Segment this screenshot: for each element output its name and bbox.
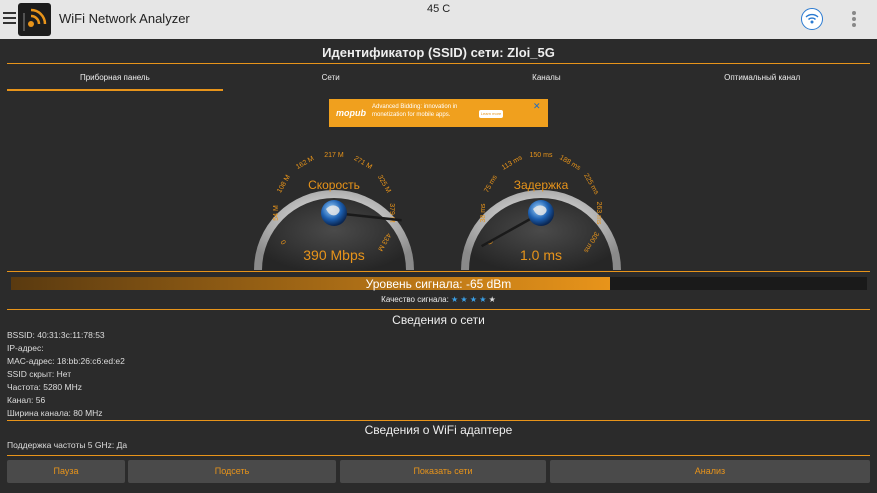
app-logo-icon <box>18 3 51 36</box>
gauge-tick-label: 54 M <box>273 205 280 221</box>
divider <box>7 420 870 421</box>
gauge-tick-label: 325 M <box>376 174 392 194</box>
gauge-tick-label: 150 ms <box>530 152 553 159</box>
wifi-toggle-button[interactable] <box>801 8 823 30</box>
tab-optimal-channel[interactable]: Оптимальный канал <box>654 66 870 91</box>
signal-quality-stars: ★ ★ ★ ★ ★ <box>451 295 496 304</box>
gauge-tick-label: 271 M <box>353 155 373 171</box>
divider <box>7 271 870 272</box>
gauge-tick-label: 108 M <box>276 174 292 194</box>
ad-learn-more-button[interactable]: Learn more <box>479 110 503 118</box>
latency-value: 1.0 ms <box>520 247 562 263</box>
speed-gauge: 054 M108 M162 M 217 M 271 M325 M379 M433 M… <box>254 152 414 270</box>
divider <box>7 309 870 310</box>
gauge-tick-label: 263 ms <box>595 202 602 225</box>
more-options-icon[interactable] <box>852 11 857 27</box>
ad-banner[interactable]: mopub Advanced Bidding: innovation in mo… <box>329 99 548 127</box>
gauge-tick-label: 217 M <box>324 152 344 159</box>
star-icon: ★ <box>477 295 487 304</box>
star-icon: ★ <box>458 295 468 304</box>
info-mac-address: MAC-адрес: 18:bb:26:c6:ed:e2 <box>7 356 125 366</box>
app-bar: WiFi Network Analyzer 45 C <box>0 0 877 39</box>
gauge-tick-label: 188 ms <box>558 154 582 172</box>
analyze-button[interactable]: Анализ <box>550 460 870 483</box>
status-temperature: 45 C <box>427 3 451 15</box>
signal-quality-label: Качество сигнала: <box>381 295 449 304</box>
gauge-tick-label: 113 ms <box>501 154 524 172</box>
gauge-tick-label: 162 M <box>295 155 315 171</box>
star-icon: ★ <box>467 295 478 304</box>
gauge-tick-label: 225 ms <box>582 172 600 196</box>
divider <box>7 455 870 456</box>
gauge-tick-label: 75 ms <box>483 174 499 194</box>
gauge-tick-label: 38 ms <box>480 203 487 223</box>
info-ip-address: IP-адрес: <box>7 343 44 353</box>
tab-dashboard[interactable]: Приборная панель <box>7 66 223 91</box>
bottom-button-bar: Пауза Подсеть Показать сети Анализ <box>7 460 870 483</box>
show-networks-button[interactable]: Показать сети <box>340 460 546 483</box>
signal-quality: Качество сигнала: ★ ★ ★ ★ ★ <box>0 295 877 304</box>
ssid-title: Идентификатор (SSID) сети: Zloi_5G <box>322 45 555 60</box>
network-info-title: Сведения о сети <box>392 313 485 327</box>
app-title: WiFi Network Analyzer <box>59 11 190 26</box>
info-frequency: Частота: 5280 MHz <box>7 382 82 392</box>
info-bssid: BSSID: 40:31:3c:11:78:53 <box>7 330 105 340</box>
speed-value: 390 Mbps <box>303 247 364 263</box>
speed-gauge-label: Скорость <box>308 178 360 192</box>
signal-level-text: Уровень сигнала: -65 dBm <box>365 277 512 291</box>
tab-networks[interactable]: Сети <box>223 66 439 91</box>
info-channel-width: Ширина канала: 80 MHz <box>7 408 103 418</box>
ad-close-icon[interactable]: ✕ <box>533 101 541 112</box>
latency-gauge: 038 ms75 ms113 ms150 ms188 ms225 ms263 m… <box>461 152 621 270</box>
subnet-button[interactable]: Подсеть <box>128 460 336 483</box>
pause-button[interactable]: Пауза <box>7 460 125 483</box>
star-icon: ★ <box>486 295 496 304</box>
latency-gauge-label: Задержка <box>514 178 569 192</box>
tab-bar: Приборная панель Сети Каналы Оптимальный… <box>7 66 870 91</box>
info-channel: Канал: 56 <box>7 395 46 405</box>
ad-text: Advanced Bidding: innovation in monetiza… <box>372 104 458 118</box>
hamburger-menu-icon[interactable] <box>3 12 16 25</box>
ad-brand: mopub <box>336 108 366 118</box>
divider <box>7 63 870 64</box>
info-ssid-hidden: SSID скрыт: Нет <box>7 369 72 379</box>
info-5ghz-support: Поддержка частоты 5 GHz: Да <box>7 440 128 450</box>
tab-channels[interactable]: Каналы <box>439 66 655 91</box>
wifi-icon <box>805 13 819 24</box>
adapter-info-title: Сведения о WiFi адаптере <box>364 423 513 437</box>
